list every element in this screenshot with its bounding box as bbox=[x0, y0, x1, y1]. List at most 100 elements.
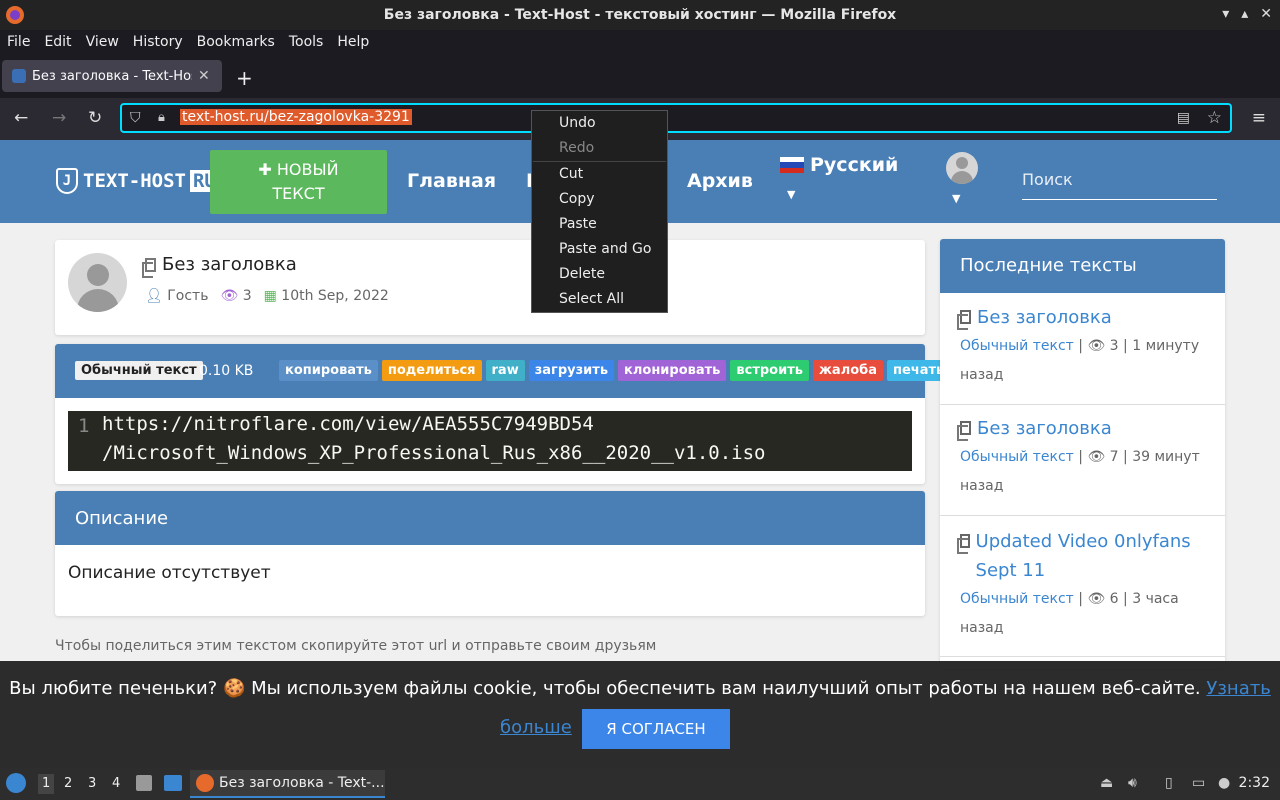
calendar-icon: ▦ 10th Sep, 2022 bbox=[263, 288, 389, 304]
menu-file[interactable]: File bbox=[0, 34, 37, 50]
maximize-button[interactable]: ▴ bbox=[1241, 6, 1248, 22]
recent-item-title[interactable]: Updated Video 0nlyfans Sept 11 bbox=[957, 527, 1205, 585]
close-tab-icon[interactable]: ✕ bbox=[198, 68, 210, 84]
nav-archive-link[interactable]: Архив bbox=[687, 170, 753, 192]
code-block[interactable]: 1 https://nitroflare.com/view/AEA555C794… bbox=[68, 411, 912, 471]
workspace-3[interactable]: 3 bbox=[88, 776, 96, 791]
action-button-3[interactable]: загрузить bbox=[528, 360, 615, 381]
cookie-banner: Вы любите печеньки? 🍪 Мы используем файл… bbox=[0, 661, 1280, 767]
back-arrow-icon[interactable]: ← bbox=[14, 108, 28, 128]
line-number: 1 bbox=[78, 415, 90, 437]
forward-arrow-icon[interactable]: → bbox=[52, 108, 66, 128]
recent-item-type[interactable]: Обычный текст bbox=[960, 449, 1074, 465]
site-favicon-icon bbox=[12, 69, 26, 83]
menu-paste-and-go[interactable]: Paste and Go bbox=[559, 241, 651, 257]
user-caret-icon[interactable]: ▼ bbox=[952, 192, 960, 205]
eye-icon: 👁︎ 3 bbox=[220, 288, 252, 304]
notification-icon[interactable]: ● bbox=[1218, 775, 1230, 791]
clipboard-icon[interactable]: ▯ bbox=[1165, 775, 1173, 791]
user-avatar[interactable] bbox=[946, 152, 978, 184]
action-button-5[interactable]: встроить bbox=[730, 360, 809, 381]
recent-item: Без заголовка Обычный текст | 👁︎ 3 | 1 м… bbox=[940, 303, 1225, 405]
menu-select-all[interactable]: Select All bbox=[559, 291, 624, 307]
menu-bookmarks[interactable]: Bookmarks bbox=[190, 34, 282, 50]
new-text-button[interactable]: ✚ НОВЫЙ ТЕКСТ bbox=[210, 150, 387, 214]
recent-item-type[interactable]: Обычный текст bbox=[960, 338, 1074, 354]
menu-help[interactable]: Help bbox=[330, 34, 376, 50]
network-icon[interactable]: ▭ bbox=[1192, 775, 1205, 791]
cookie-text: Вы любите печеньки? 🍪 Мы используем файл… bbox=[9, 678, 1271, 699]
lock-icon[interactable]: 🔒︎ bbox=[158, 110, 165, 125]
menu-view[interactable]: View bbox=[79, 34, 126, 50]
text-size: 0.10 KB bbox=[199, 363, 254, 379]
menu-paste[interactable]: Paste bbox=[559, 216, 597, 232]
firefox-icon bbox=[196, 774, 214, 792]
menubar: File Edit View History Bookmarks Tools H… bbox=[0, 30, 1280, 54]
url-bar[interactable]: ⛉ 🔒︎ text-host.ru/bez-zagolovka-3291 ▤ ☆ bbox=[120, 103, 1232, 133]
hamburger-menu-icon[interactable]: ≡ bbox=[1252, 108, 1266, 128]
russia-flag-icon bbox=[780, 157, 804, 173]
action-button-6[interactable]: жалоба bbox=[812, 360, 883, 381]
file-manager-icon[interactable] bbox=[136, 775, 152, 791]
document-icon bbox=[957, 421, 971, 441]
reload-icon[interactable]: ↻ bbox=[88, 108, 102, 128]
reader-view-icon[interactable]: ▤ bbox=[1177, 110, 1190, 126]
recent-item: Updated Video 0nlyfans Sept 11 Обычный т… bbox=[940, 527, 1225, 657]
menu-edit[interactable]: Edit bbox=[37, 34, 78, 50]
agree-button[interactable]: Я СОГЛАСЕН bbox=[582, 709, 730, 749]
document-icon bbox=[957, 310, 971, 330]
post-date: 10th Sep, 2022 bbox=[281, 288, 389, 304]
url-text[interactable]: text-host.ru/bez-zagolovka-3291 bbox=[180, 109, 412, 125]
clock: 2:32 bbox=[1238, 775, 1270, 791]
taskbar-firefox-task[interactable]: Без заголовка - Text-... bbox=[190, 770, 385, 798]
recent-item-title[interactable]: Без заголовка bbox=[957, 303, 1205, 332]
menu-delete[interactable]: Delete bbox=[559, 266, 605, 282]
context-menu: Undo Redo Cut Copy Paste Paste and Go De… bbox=[531, 110, 668, 313]
text-type-badge: Обычный текст bbox=[75, 361, 203, 380]
menu-cut[interactable]: Cut bbox=[559, 166, 583, 182]
menu-redo[interactable]: Redo bbox=[559, 140, 594, 156]
volume-icon[interactable]: 🔊︎ bbox=[1128, 775, 1137, 791]
action-buttons: копировать поделиться raw загрузить клониров… bbox=[279, 360, 951, 381]
close-window-button[interactable]: ✕ bbox=[1260, 6, 1272, 22]
workspace-4[interactable]: 4 bbox=[112, 776, 120, 791]
firefox-icon bbox=[6, 6, 24, 24]
menu-copy[interactable]: Copy bbox=[559, 191, 595, 207]
site-logo[interactable]: J TEXT-HOST RU bbox=[56, 168, 219, 194]
action-button-1[interactable]: поделиться bbox=[381, 360, 482, 381]
document-icon bbox=[957, 534, 970, 554]
post-title: Без заголовка bbox=[142, 254, 297, 278]
eject-icon[interactable]: ⏏ bbox=[1100, 775, 1113, 791]
workspace-2[interactable]: 2 bbox=[64, 776, 72, 791]
workspace-1[interactable]: 1 bbox=[38, 774, 55, 794]
description-text: Описание отсутствует bbox=[68, 563, 271, 583]
sidebar-header: Последние тексты bbox=[940, 239, 1225, 293]
author-avatar bbox=[68, 253, 127, 312]
desktop-icon[interactable] bbox=[164, 775, 182, 791]
action-button-0[interactable]: копировать bbox=[279, 360, 378, 381]
menu-history[interactable]: History bbox=[126, 34, 190, 50]
new-tab-button[interactable]: + bbox=[236, 66, 253, 90]
tracking-shield-icon[interactable]: ⛉ bbox=[130, 110, 141, 126]
start-menu-icon[interactable] bbox=[6, 773, 26, 793]
eye-icon: 👁︎ bbox=[1087, 591, 1106, 607]
browser-tab[interactable]: Без заголовка - Text-Host ✕ bbox=[2, 60, 222, 92]
menu-tools[interactable]: Tools bbox=[282, 34, 331, 50]
post-meta: 👤︎ Гость 👁︎ 3 ▦ 10th Sep, 2022 bbox=[145, 288, 389, 304]
menu-undo[interactable]: Undo bbox=[559, 115, 596, 131]
nav-home-link[interactable]: Главная bbox=[407, 170, 496, 192]
search-input[interactable]: Поиск bbox=[1022, 166, 1217, 200]
minimize-button[interactable]: ▾ bbox=[1222, 6, 1229, 22]
taskbar: 1 2 3 4 Без заголовка - Text-... ⏏ 🔊︎ ▯ … bbox=[0, 767, 1280, 800]
post-author: Гость bbox=[167, 288, 209, 304]
recent-item-type[interactable]: Обычный текст bbox=[960, 591, 1074, 607]
learn-more-link[interactable]: Узнать bbox=[1206, 678, 1270, 699]
language-caret-icon[interactable]: ▼ bbox=[787, 188, 795, 201]
language-selector[interactable]: Русский bbox=[780, 154, 898, 176]
recent-item-title[interactable]: Без заголовка bbox=[957, 414, 1205, 443]
bookmark-star-icon[interactable]: ☆ bbox=[1207, 108, 1222, 128]
learn-more-link-cont[interactable]: больше bbox=[500, 717, 572, 738]
action-button-4[interactable]: клонировать bbox=[618, 360, 727, 381]
description-header: Описание bbox=[55, 491, 925, 545]
action-button-2[interactable]: raw bbox=[485, 360, 525, 381]
